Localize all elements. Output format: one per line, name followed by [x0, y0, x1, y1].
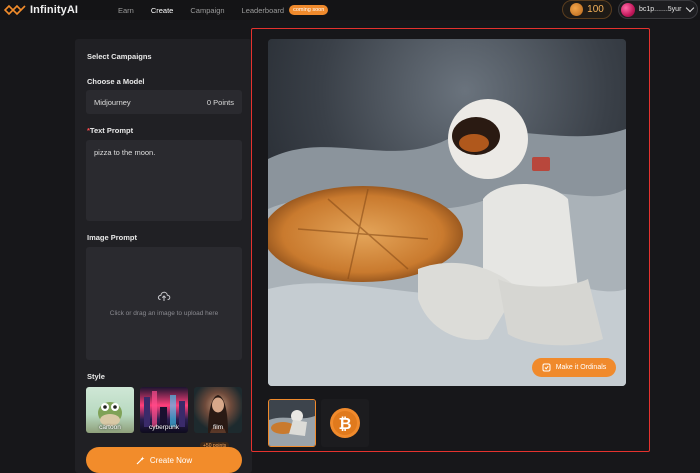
text-prompt-label: Text Prompt	[89, 126, 134, 135]
nav-leaderboard[interactable]: Leaderboard	[242, 6, 285, 15]
points-value: 100	[587, 4, 604, 15]
bitcoin-coin-icon: ₿	[330, 408, 360, 438]
model-name: Midjourney	[94, 97, 131, 107]
make-it-ordinals-button[interactable]: Make it Ordinals	[532, 358, 616, 377]
style-title: Style	[87, 372, 105, 381]
chevron-down-icon	[686, 3, 695, 13]
model-points: 0 Points	[206, 97, 234, 107]
wallet-menu[interactable]: bc1p.......5yur	[618, 0, 698, 19]
result-thumbnail-2[interactable]: ₿	[321, 399, 369, 447]
image-prompt-title: Image Prompt	[87, 233, 138, 242]
style-option-cyberpunk[interactable]: cyberpunk	[140, 387, 188, 433]
wallet-address: bc1p.......5yur	[639, 6, 682, 13]
style-options: cartoon cyberpunk film	[86, 387, 242, 433]
upload-cloud-icon	[157, 291, 171, 301]
app-name: InfinityAI	[30, 4, 79, 16]
top-navigation-bar: InfinityAI Earn Create Campaign Leaderbo…	[0, 0, 700, 20]
result-thumbnail-1[interactable]	[268, 399, 316, 447]
app-logo[interactable]: InfinityAI	[4, 0, 78, 20]
create-form-panel: Select Campaigns Choose a Model Midjourn…	[75, 39, 252, 473]
style-label-cartoon: cartoon	[99, 424, 121, 431]
image-upload-dropzone[interactable]: Click or drag an image to upload here	[86, 247, 242, 360]
coin-icon	[570, 3, 584, 16]
style-label-film: film	[212, 424, 224, 431]
main-nav: Earn Create Campaign Leaderboard coming …	[118, 0, 329, 20]
style-label-cyberpunk: cyberpunk	[149, 424, 179, 431]
model-selector[interactable]: Midjourney 0 Points	[86, 90, 242, 114]
make-it-ordinals-label: Make it Ordinals	[555, 364, 607, 371]
svg-text:₿: ₿	[338, 414, 351, 433]
create-now-button[interactable]: Create Now	[86, 447, 242, 473]
points-display[interactable]: 100	[562, 0, 612, 19]
choose-model-title: Choose a Model	[87, 77, 145, 86]
magic-wand-icon	[136, 456, 145, 464]
upload-hint: Click or drag an image to upload here	[109, 310, 219, 317]
astronaut-pizza-illustration	[268, 39, 626, 386]
select-campaigns-title: Select Campaigns	[87, 52, 152, 61]
infinity-logo-icon	[4, 4, 26, 16]
nav-earn[interactable]: Earn	[118, 6, 134, 15]
avatar	[621, 2, 635, 17]
style-option-cartoon[interactable]: cartoon	[86, 387, 134, 433]
ordinals-icon	[542, 363, 551, 372]
coming-soon-badge: coming soon	[289, 5, 329, 15]
style-option-film[interactable]: film	[194, 387, 242, 433]
astronaut-thumbnail-illustration	[269, 400, 315, 446]
text-prompt-title: *Text Prompt	[87, 126, 133, 135]
create-now-label: Create Now	[149, 455, 193, 465]
nav-create[interactable]: Create	[151, 6, 174, 15]
text-prompt-input[interactable]: pizza to the moon.	[86, 140, 242, 221]
generated-image[interactable]: Make it Ordinals	[268, 39, 626, 386]
nav-campaign[interactable]: Campaign	[190, 6, 224, 15]
